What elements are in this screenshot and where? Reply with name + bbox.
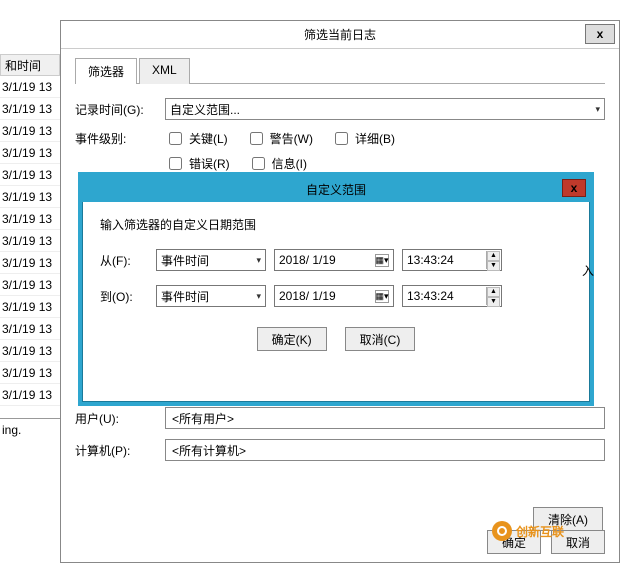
bg-row: 3/1/19 13: [0, 164, 65, 186]
checkbox-verbose[interactable]: 详细(B): [331, 129, 395, 148]
computer-input[interactable]: [165, 439, 605, 461]
calendar-icon: ▦▾: [375, 290, 389, 303]
log-time-label: 记录时间(G):: [75, 101, 165, 118]
range-cancel-button[interactable]: 取消(C): [345, 327, 416, 351]
bg-row: 3/1/19 13: [0, 296, 65, 318]
to-time-picker[interactable]: 13:43:24▲▼: [402, 285, 502, 307]
bg-row: 3/1/19 13: [0, 142, 65, 164]
from-time-picker[interactable]: 13:43:24▲▼: [402, 249, 502, 271]
custom-range-close-button[interactable]: x: [562, 179, 586, 197]
bg-row: 3/1/19 13: [0, 318, 65, 340]
range-ok-button[interactable]: 确定(K): [257, 327, 327, 351]
bg-row: 3/1/19 13: [0, 98, 65, 120]
chevron-down-icon: ▾: [256, 255, 261, 266]
bg-row: 3/1/19 13: [0, 120, 65, 142]
chevron-down-icon: ▾: [256, 291, 261, 302]
bg-status: ing.: [0, 418, 60, 441]
to-date-picker[interactable]: 2018/ 1/19▦▾: [274, 285, 394, 307]
bg-row: 3/1/19 13: [0, 230, 65, 252]
tabs: 筛选器 XML: [75, 57, 605, 84]
calendar-icon: ▦▾: [375, 254, 389, 267]
from-date-picker[interactable]: 2018/ 1/19▦▾: [274, 249, 394, 271]
custom-range-hint: 输入筛选器的自定义日期范围: [100, 216, 572, 233]
user-label: 用户(U):: [75, 410, 165, 427]
to-label: 到(O):: [100, 288, 148, 305]
bg-row: 3/1/19 13: [0, 252, 65, 274]
user-input[interactable]: [165, 407, 605, 429]
bg-row: 3/1/19 13: [0, 274, 65, 296]
watermark-logo: 创新互联: [492, 521, 564, 541]
chevron-down-icon: ▾: [595, 104, 600, 115]
side-char: 入: [582, 262, 594, 279]
checkbox-warning[interactable]: 警告(W): [246, 129, 313, 148]
bg-row: 3/1/19 13: [0, 76, 65, 98]
filter-dialog-close-button[interactable]: x: [585, 24, 615, 44]
custom-range-title: 自定义范围 x: [82, 176, 590, 202]
level-label: 事件级别:: [75, 130, 165, 147]
to-type-select[interactable]: 事件时间▾: [156, 285, 266, 307]
bg-row: 3/1/19 13: [0, 340, 65, 362]
log-time-select[interactable]: 自定义范围...▾: [165, 98, 605, 120]
checkbox-error[interactable]: 错误(R): [165, 154, 230, 173]
bg-row: 3/1/19 13: [0, 208, 65, 230]
bg-row: 3/1/19 13: [0, 384, 65, 406]
computer-label: 计算机(P):: [75, 442, 165, 459]
spinner-icon[interactable]: ▲▼: [486, 251, 500, 269]
logo-icon: [492, 521, 512, 541]
bg-column-header: 和时间: [0, 54, 60, 76]
filter-dialog-title: 筛选当前日志 x: [61, 21, 619, 49]
custom-range-dialog: 自定义范围 x 输入筛选器的自定义日期范围 从(F): 事件时间▾ 2018/ …: [78, 172, 594, 406]
from-label: 从(F):: [100, 252, 148, 269]
tab-xml[interactable]: XML: [139, 58, 190, 84]
tab-filter[interactable]: 筛选器: [75, 58, 137, 84]
spinner-icon[interactable]: ▲▼: [486, 287, 500, 305]
bg-row: 3/1/19 13: [0, 186, 65, 208]
bg-row: 3/1/19 13: [0, 362, 65, 384]
from-type-select[interactable]: 事件时间▾: [156, 249, 266, 271]
checkbox-critical[interactable]: 关键(L): [165, 129, 228, 148]
checkbox-info[interactable]: 信息(I): [248, 154, 307, 173]
